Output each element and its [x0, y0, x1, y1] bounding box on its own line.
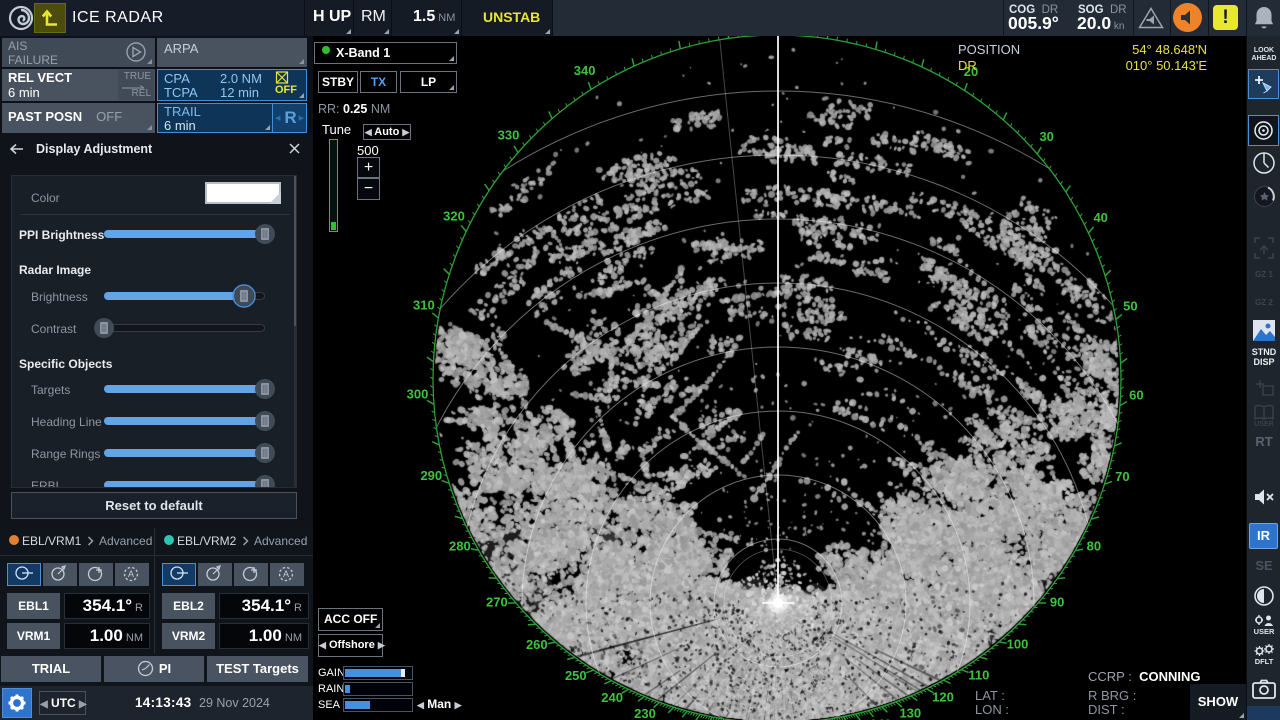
svg-text:330: 330	[498, 128, 520, 143]
svg-text:50: 50	[1123, 299, 1137, 314]
svg-text:60: 60	[1129, 388, 1143, 403]
svg-text:340: 340	[574, 63, 596, 78]
svg-text:240: 240	[601, 690, 623, 705]
svg-text:70: 70	[1115, 469, 1129, 484]
svg-text:260: 260	[526, 637, 548, 652]
svg-text:300: 300	[407, 386, 429, 401]
svg-text:320: 320	[443, 208, 465, 223]
svg-text:30: 30	[1039, 129, 1053, 144]
svg-text:280: 280	[449, 538, 471, 553]
svg-text:A: A	[128, 569, 134, 579]
svg-text:90: 90	[1050, 594, 1064, 609]
svg-text:270: 270	[486, 594, 508, 609]
svg-text:40: 40	[1093, 210, 1107, 225]
svg-text:80: 80	[1087, 539, 1101, 554]
svg-text:A: A	[283, 569, 289, 579]
svg-text:250: 250	[565, 668, 587, 683]
svg-text:130: 130	[899, 706, 921, 720]
svg-text:100: 100	[1007, 637, 1029, 652]
svg-text:230: 230	[634, 706, 656, 720]
svg-text:290: 290	[420, 468, 442, 483]
svg-text:110: 110	[968, 668, 989, 683]
svg-text:120: 120	[932, 690, 954, 705]
svg-text:140: 140	[870, 717, 892, 720]
svg-text:310: 310	[413, 297, 435, 312]
